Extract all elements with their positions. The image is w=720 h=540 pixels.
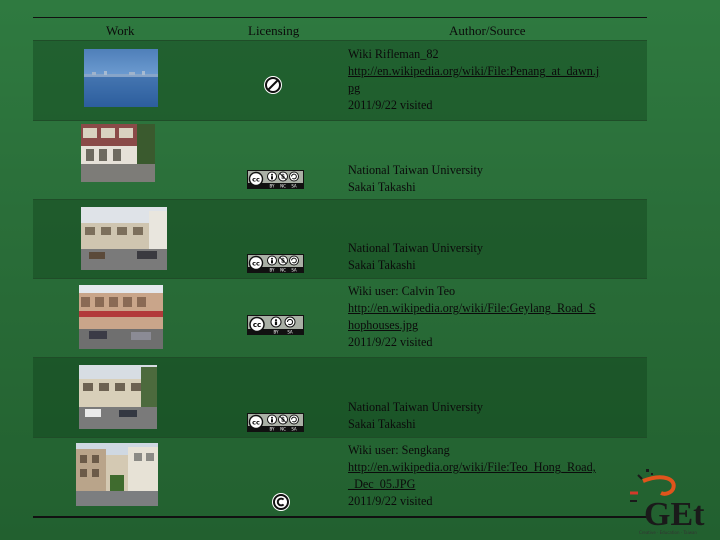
source-link-line: _Dec_05.JPG bbox=[348, 477, 416, 491]
header-licensing: Licensing bbox=[248, 23, 300, 38]
public-domain-icon bbox=[263, 75, 283, 100]
table-row: cc BY SA Wiki user: Calvin Teo http://en… bbox=[33, 278, 647, 357]
table-row: Wiki Rifleman_82 http://en.wikipedia.org… bbox=[33, 40, 647, 120]
table-row: Wiki user: Sengkang http://en.wikipedia.… bbox=[33, 437, 647, 516]
author-name: National Taiwan University bbox=[348, 241, 483, 255]
logo-text: GEt bbox=[644, 496, 705, 533]
source-link-line: http://en.wikipedia.org/wiki/File:Penang… bbox=[348, 64, 600, 78]
author-name: Sakai Takashi bbox=[348, 258, 416, 272]
table-row: cc $ BY NC SA National Taiwan University… bbox=[33, 199, 647, 278]
visited-date: 2011/9/22 visited bbox=[348, 494, 433, 508]
shophouse-street-photo-3 bbox=[79, 365, 157, 429]
table-bottom-rule bbox=[33, 516, 647, 518]
source-link[interactable]: http://en.wikipedia.org/wiki/File:Teo_Ho… bbox=[348, 459, 596, 493]
source-link[interactable]: http://en.wikipedia.org/wiki/File:Penang… bbox=[348, 63, 599, 97]
sa-label: SA bbox=[291, 267, 297, 272]
penang-at-dawn-photo bbox=[84, 49, 158, 107]
author-cell: Wiki user: Sengkang http://en.wikipedia.… bbox=[348, 442, 596, 510]
header-work: Work bbox=[106, 23, 135, 38]
author-name: National Taiwan University bbox=[348, 163, 483, 177]
cc-by-nc-sa-icon: cc $ BY NC SA bbox=[247, 170, 304, 189]
logo-tagline: Creative · Education · Taiwan bbox=[639, 530, 697, 535]
geylang-road-shophouses-photo bbox=[79, 285, 163, 349]
sa-label: SA bbox=[291, 426, 297, 431]
copyright-icon bbox=[271, 492, 291, 517]
visited-date: 2011/9/22 visited bbox=[348, 335, 433, 349]
author-name: Wiki Rifleman_82 bbox=[348, 47, 439, 61]
author-cell: National Taiwan University Sakai Takashi bbox=[348, 399, 483, 433]
cc-by-sa-icon: cc BY SA bbox=[247, 315, 304, 335]
by-label: BY bbox=[270, 267, 276, 272]
author-name: National Taiwan University bbox=[348, 400, 483, 414]
cc-label: cc bbox=[252, 176, 260, 184]
author-cell: National Taiwan University Sakai Takashi bbox=[348, 162, 483, 196]
sa-label: SA bbox=[287, 329, 293, 334]
author-name: Wiki user: Sengkang bbox=[348, 443, 450, 457]
cc-label: cc bbox=[252, 419, 260, 427]
table-header: Work Licensing Author/Source bbox=[33, 18, 647, 41]
cc-label: cc bbox=[253, 321, 261, 329]
visited-date: 2011/9/22 visited bbox=[348, 98, 433, 112]
cc-by-nc-sa-icon: cc $ BY NC SA bbox=[247, 413, 304, 432]
author-cell: Wiki user: Calvin Teo http://en.wikipedi… bbox=[348, 283, 596, 351]
author-name: Wiki user: Calvin Teo bbox=[348, 284, 456, 298]
author-name: Sakai Takashi bbox=[348, 180, 416, 194]
source-link-line: hophouses.jpg bbox=[348, 318, 419, 332]
source-link[interactable]: http://en.wikipedia.org/wiki/File:Geylan… bbox=[348, 300, 596, 334]
author-cell: Wiki Rifleman_82 http://en.wikipedia.org… bbox=[348, 46, 599, 114]
get-logo: GEt Creative · Education · Taiwan bbox=[618, 463, 718, 538]
table-row: cc $ BY NC SA National Taiwan University… bbox=[33, 357, 647, 437]
cc-label: cc bbox=[252, 260, 260, 268]
source-link-line: http://en.wikipedia.org/wiki/File:Teo_Ho… bbox=[348, 460, 596, 474]
teo-hong-road-photo bbox=[76, 443, 158, 506]
shophouse-street-photo-2 bbox=[81, 207, 167, 270]
cc-by-nc-sa-icon: cc $ BY NC SA bbox=[247, 254, 304, 273]
sa-label: SA bbox=[291, 183, 297, 188]
source-link-line: pg bbox=[348, 81, 361, 95]
by-label: BY bbox=[270, 426, 276, 431]
header-author: Author/Source bbox=[449, 23, 526, 38]
nc-label: NC bbox=[280, 267, 286, 272]
source-link-line: http://en.wikipedia.org/wiki/File:Geylan… bbox=[348, 301, 596, 315]
shophouse-street-photo bbox=[81, 124, 155, 182]
author-cell: National Taiwan University Sakai Takashi bbox=[348, 240, 483, 274]
author-name: Sakai Takashi bbox=[348, 417, 416, 431]
by-label: BY bbox=[270, 183, 276, 188]
nc-label: NC bbox=[280, 426, 286, 431]
by-label: BY bbox=[274, 329, 280, 334]
table-row: cc $ BY NC SA National Taiwan University… bbox=[33, 120, 647, 199]
nc-label: NC bbox=[280, 183, 286, 188]
